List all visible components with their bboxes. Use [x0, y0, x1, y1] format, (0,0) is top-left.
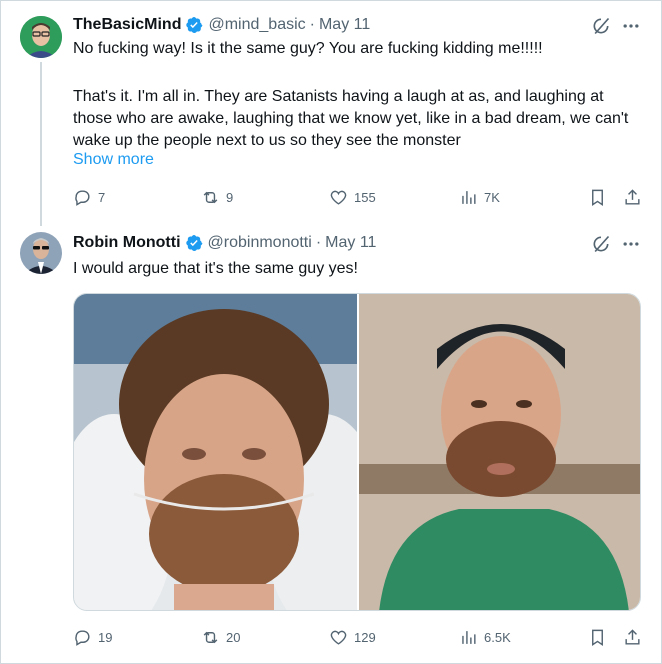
verified-badge-icon [185, 234, 202, 252]
reply-button[interactable]: 7 [73, 186, 105, 208]
repost-icon [203, 631, 218, 643]
repost-icon [203, 191, 218, 203]
view-count: 7K [484, 189, 500, 205]
tweet-1-text-paragraph: That's it. I'm all in. They are Satanist… [73, 88, 629, 149]
video-still-photo-image [359, 294, 640, 610]
author-handle[interactable]: @robinmonotti [208, 234, 312, 252]
bookmark-button[interactable] [588, 626, 613, 648]
media-photo-hospital[interactable] [74, 294, 357, 610]
tweet-2-text: I would argue that it's the same guy yes… [73, 260, 358, 277]
repost-count: 20 [226, 629, 241, 645]
hospital-photo-image [74, 294, 357, 610]
meta-separator: · [309, 16, 315, 33]
reply-icon [75, 189, 90, 206]
share-icon [625, 628, 640, 645]
bookmark-icon [592, 629, 603, 646]
reply-count: 19 [98, 629, 113, 645]
share-button[interactable] [623, 626, 648, 648]
like-button[interactable]: 129 [329, 626, 376, 648]
tweet-1-header: TheBasicMind @mind_basic · May 11 [73, 15, 370, 35]
share-icon [625, 188, 640, 205]
tweet-2-actions: 19 20 129 6.5K [73, 626, 645, 648]
author-name[interactable]: TheBasicMind [73, 16, 181, 34]
view-count: 6.5K [484, 629, 511, 645]
show-more-link[interactable]: Show more [73, 151, 154, 169]
bookmark-icon [592, 189, 603, 206]
views-icon [462, 630, 476, 644]
views-button[interactable]: 7K [459, 186, 500, 208]
like-button[interactable]: 155 [329, 186, 376, 208]
reply-icon [75, 629, 90, 646]
like-count: 129 [354, 629, 376, 645]
tweet-2-media-grid[interactable] [73, 293, 641, 611]
bookmark-button[interactable] [588, 186, 613, 208]
author-name[interactable]: Robin Monotti [73, 234, 181, 252]
tweet-2-header: Robin Monotti @robinmonotti · May 11 [73, 233, 376, 253]
media-photo-video-still[interactable] [357, 294, 640, 610]
like-icon [330, 630, 347, 645]
reply-button[interactable]: 19 [73, 626, 112, 648]
tweet-1-actions: 7 9 155 7K [73, 186, 645, 208]
tweet-date[interactable]: May 11 [325, 234, 376, 252]
more-icon[interactable] [621, 234, 641, 254]
repost-count: 9 [226, 189, 234, 205]
avatar-robinmonotti[interactable] [20, 232, 62, 274]
grok-icon[interactable] [591, 16, 611, 36]
views-button[interactable]: 6.5K [459, 626, 511, 648]
reply-count: 7 [98, 189, 106, 205]
repost-button[interactable]: 9 [201, 186, 233, 208]
repost-button[interactable]: 20 [201, 626, 240, 648]
author-handle[interactable]: @mind_basic [208, 16, 305, 34]
like-count: 155 [354, 189, 376, 205]
meta-separator: · [315, 234, 322, 251]
verified-badge-icon [186, 16, 203, 34]
more-icon[interactable] [621, 16, 641, 36]
thread-connector-line [40, 62, 42, 226]
share-button[interactable] [623, 186, 648, 208]
tweet-1-text-line1: No fucking way! Is it the same guy? You … [73, 40, 543, 57]
avatar-thebasicmind[interactable] [20, 16, 62, 58]
tweet-date[interactable]: May 11 [319, 16, 370, 34]
like-icon [330, 190, 347, 205]
grok-icon[interactable] [591, 234, 611, 254]
views-icon [462, 190, 476, 204]
